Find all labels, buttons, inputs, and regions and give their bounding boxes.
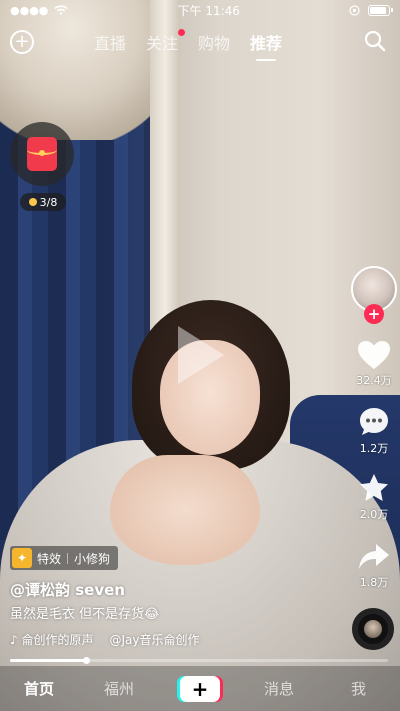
star-icon	[360, 474, 388, 501]
share-icon	[359, 544, 389, 569]
like-count: 32.4万	[356, 374, 392, 387]
video-progress-bar[interactable]	[10, 657, 388, 664]
comment-count: 1.2万	[359, 442, 389, 455]
tab-recommend[interactable]: 推荐	[250, 30, 282, 61]
nav-local[interactable]: 福州	[104, 678, 134, 699]
coin-icon	[28, 198, 37, 206]
orientation-lock-icon	[349, 4, 360, 16]
heart-icon	[358, 341, 390, 369]
red-packet-counter: 3/8	[20, 193, 66, 211]
signal-icon: ●●●●	[10, 3, 49, 17]
music-original: ♪ 侖创作的原声	[10, 633, 94, 647]
favorite-button[interactable]: 2.0万	[350, 472, 398, 522]
create-button[interactable]: +	[180, 676, 220, 702]
plus-circle-icon[interactable]: +	[10, 30, 34, 54]
share-count: 1.8万	[359, 576, 389, 589]
nav-home[interactable]: 首页	[24, 678, 54, 699]
feed-tabs: 直播 关注 购物 推荐	[94, 29, 282, 61]
author-name[interactable]: @谭松韵 seven	[10, 579, 125, 600]
heart-hands	[110, 455, 260, 565]
favorite-count: 2.0万	[359, 508, 389, 521]
video-caption: 虽然是毛衣 但不是存货😂	[10, 607, 160, 622]
notification-dot	[178, 29, 186, 36]
search-icon[interactable]	[364, 30, 386, 52]
like-button[interactable]: 32.4万	[350, 340, 398, 388]
signal-group: ●●●●	[10, 4, 68, 17]
nav-me[interactable]: 我	[351, 678, 366, 699]
red-packet-count: 3/8	[39, 195, 58, 209]
music-info[interactable]: ♪ 侖创作的原声 @Jay音乐侖创作	[10, 631, 199, 648]
top-nav: + 直播 关注 购物 推荐	[0, 24, 400, 61]
share-button[interactable]: 1.8万	[350, 542, 398, 590]
status-right	[349, 4, 393, 16]
effect-tag[interactable]: ✦ 特效 小修狗	[10, 546, 119, 570]
tab-live[interactable]: 直播	[94, 30, 126, 54]
effect-divider	[67, 552, 69, 564]
status-time: 下午 11:46	[177, 3, 240, 18]
battery-icon	[368, 4, 393, 16]
follow-button[interactable]: +	[364, 304, 384, 324]
red-packet-button[interactable]	[10, 122, 74, 186]
comment-icon	[360, 408, 388, 435]
tab-shopping[interactable]: 购物	[198, 30, 230, 54]
effect-label: 特效	[37, 551, 62, 566]
sparkle-icon: ✦	[12, 548, 32, 568]
progress-fill	[10, 659, 86, 662]
nav-messages[interactable]: 消息	[264, 678, 294, 699]
play-icon[interactable]	[170, 320, 230, 390]
wifi-icon	[54, 5, 68, 15]
tab-following-label: 关注	[146, 34, 179, 53]
bottom-nav: 首页 福州 + 消息 我	[0, 666, 400, 711]
status-bar: ●●●● 下午 11:46	[0, 0, 400, 20]
tab-following[interactable]: 关注	[146, 29, 186, 54]
music-disc-icon[interactable]	[352, 608, 394, 650]
progress-knob[interactable]	[82, 657, 90, 664]
red-envelope-icon	[27, 137, 57, 171]
music-credit: @Jay音乐侖创作	[109, 633, 200, 647]
effect-name: 小修狗	[74, 551, 111, 566]
comment-button[interactable]: 1.2万	[350, 406, 398, 456]
